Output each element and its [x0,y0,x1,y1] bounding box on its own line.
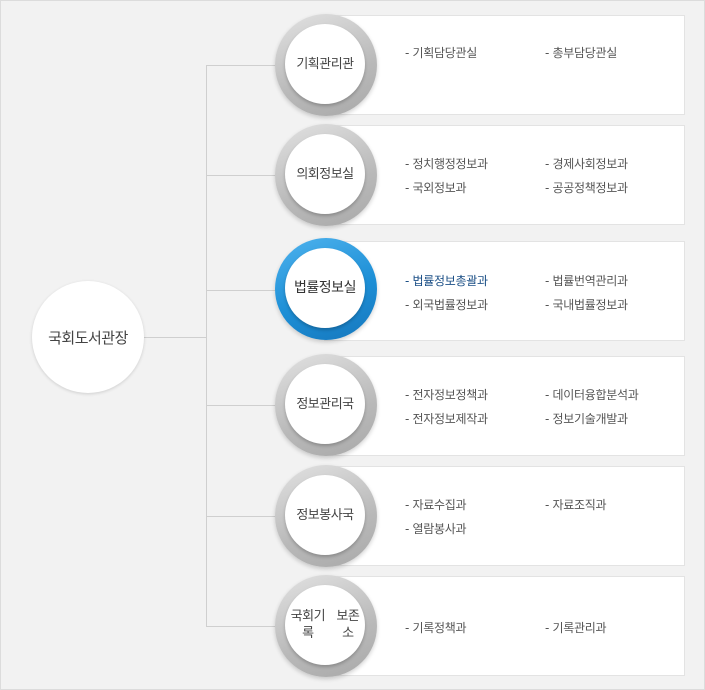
sub-division-item[interactable]: - 전자정보제작과 [405,410,545,427]
department-panel: - 기록정책과 - 기록관리과 [324,576,685,676]
department-panel: - 자료수집과 - 자료조직과 - 열람봉사과 [324,466,685,566]
department-name-line: 기획관리관 [296,56,354,72]
department-panel: - 기획담당관실 - 총부담당관실 [324,15,685,115]
department-node[interactable]: 기획관리관 [275,14,377,116]
department-node[interactable]: 정보관리국 [275,354,377,456]
department-name-line: 정보봉사국 [296,507,354,523]
department-label: 기획관리관 [285,24,365,104]
sub-division-item[interactable]: - 외국법률정보과 [405,296,545,313]
sub-division-item[interactable]: - 경제사회정보과 [545,155,685,172]
sub-division-list: - 자료수집과 - 자료조직과 - 열람봉사과 [405,496,685,537]
department-name-line: 정보관리국 [296,396,354,412]
department-node[interactable]: 법률정보실 [275,238,377,340]
sub-division-item[interactable]: - 법률정보총괄과 [405,272,545,289]
sub-division-list: - 기록정책과 - 기록관리과 [405,619,685,636]
sub-division-item[interactable]: - 기획담당관실 [405,44,545,61]
sub-division-item[interactable]: - 자료조직과 [545,496,685,513]
sub-division-item[interactable]: - 법률번역관리과 [545,272,685,289]
tree-connector-vertical [206,65,207,626]
department-name-line: 의회정보실 [296,166,354,182]
sub-division-list: - 법률정보총괄과 - 법률번역관리과 - 외국법률정보과 - 국내법률정보과 [405,272,685,313]
sub-division-item[interactable]: - 정보기술개발과 [545,410,685,427]
tree-connector-branch [206,405,286,406]
department-node[interactable]: 정보봉사국 [275,465,377,567]
sub-division-item[interactable]: - 총부담당관실 [545,44,685,61]
sub-division-item[interactable]: - 기록정책과 [405,619,545,636]
department-panel: - 법률정보총괄과 - 법률번역관리과 - 외국법률정보과 - 국내법률정보과 [324,241,685,341]
department-panel: - 전자정보정책과 - 데이터융합분석과 - 전자정보제작과 - 정보기술개발과 [324,356,685,456]
sub-division-item[interactable]: - 기록관리과 [545,619,685,636]
sub-division-list: - 기획담당관실 - 총부담당관실 [405,44,685,61]
department-label: 정보관리국 [285,364,365,444]
department-node[interactable]: 국회기록 보존소 [275,575,377,677]
department-label: 정보봉사국 [285,475,365,555]
tree-connector-branch [206,65,286,66]
sub-division-item[interactable]: - 공공정책정보과 [545,179,685,196]
department-panel: - 정치행정정보과 - 경제사회정보과 - 국외정보과 - 공공정책정보과 [324,125,685,225]
sub-division-list: - 전자정보정책과 - 데이터융합분석과 - 전자정보제작과 - 정보기술개발과 [405,386,685,427]
sub-division-list: - 정치행정정보과 - 경제사회정보과 - 국외정보과 - 공공정책정보과 [405,155,685,196]
sub-division-item[interactable]: - 데이터융합분석과 [545,386,685,403]
tree-connector-root [144,337,206,338]
department-label: 국회기록 보존소 [285,585,365,665]
sub-division-item[interactable]: - 정치행정정보과 [405,155,545,172]
tree-connector-branch [206,626,286,627]
sub-division-item[interactable]: - 열람봉사과 [405,520,545,537]
tree-connector-branch [206,175,286,176]
sub-division-item[interactable]: - 전자정보정책과 [405,386,545,403]
root-node-director: 국회도서관장 [32,281,144,393]
root-label: 국회도서관장 [48,328,128,347]
department-label: 법률정보실 [285,248,365,328]
sub-division-item[interactable]: - 국내법률정보과 [545,296,685,313]
department-node[interactable]: 의회정보실 [275,124,377,226]
sub-division-item[interactable]: - 자료수집과 [405,496,545,513]
department-name-line: 보존소 [336,609,360,641]
sub-division-item[interactable]: - 국외정보과 [405,179,545,196]
tree-connector-branch [206,290,286,291]
department-label: 의회정보실 [285,134,365,214]
department-name-line: 국회기록 [290,609,326,641]
tree-connector-branch [206,516,286,517]
department-name-line: 법률정보실 [294,279,356,296]
